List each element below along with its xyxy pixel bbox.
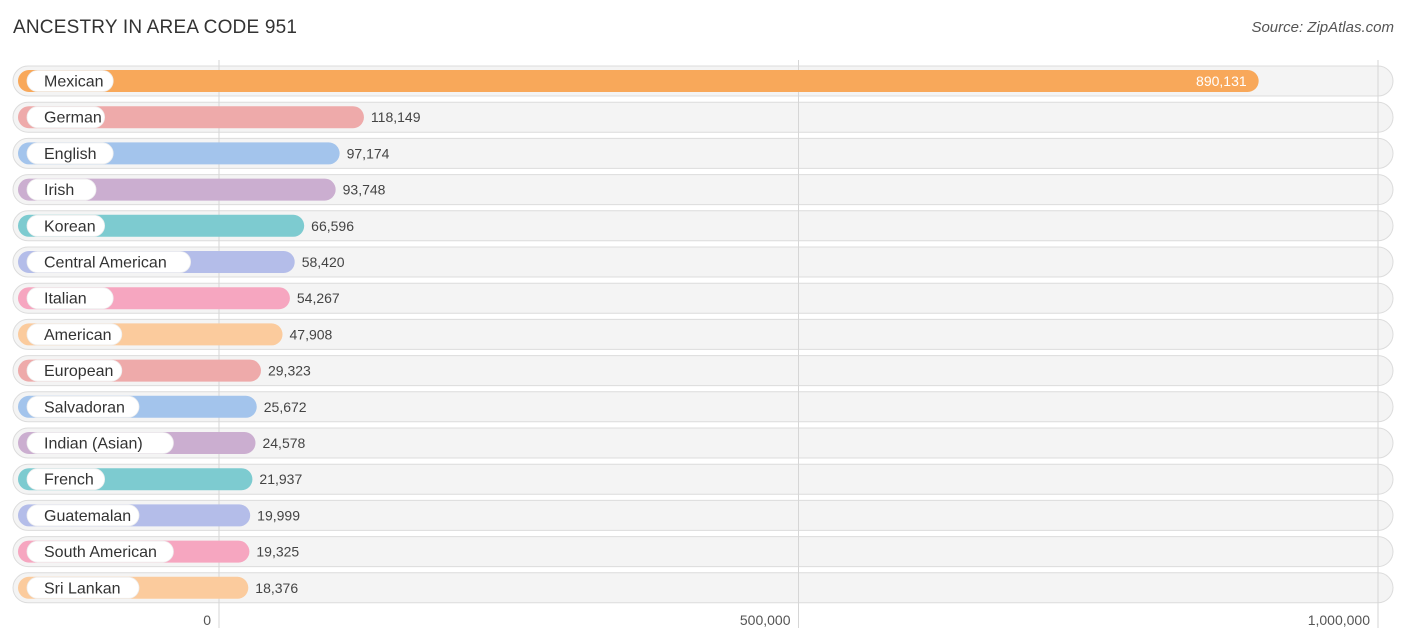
value-label: 29,323 bbox=[268, 363, 311, 379]
value-label: 24,578 bbox=[262, 435, 305, 451]
category-label: European bbox=[44, 363, 113, 380]
value-label: 890,131 bbox=[1196, 73, 1247, 89]
category-label: German bbox=[44, 110, 102, 127]
category-label: Korean bbox=[44, 218, 96, 235]
value-label: 97,174 bbox=[347, 145, 390, 161]
category-label: American bbox=[44, 327, 112, 344]
category-label: Salvadoran bbox=[44, 399, 125, 416]
category-label: English bbox=[44, 146, 96, 163]
category-label: Mexican bbox=[44, 74, 104, 91]
value-label: 66,596 bbox=[311, 218, 354, 234]
x-tick-label: 1,000,000 bbox=[1308, 612, 1370, 628]
category-label: Central American bbox=[44, 255, 167, 272]
category-label: Italian bbox=[44, 291, 87, 308]
bar bbox=[18, 70, 1259, 92]
value-label: 118,149 bbox=[371, 109, 421, 125]
value-label: 19,999 bbox=[257, 507, 300, 523]
value-label: 18,376 bbox=[255, 580, 298, 596]
x-tick-label: 500,000 bbox=[740, 612, 791, 628]
value-label: 93,748 bbox=[343, 182, 386, 198]
value-label: 47,908 bbox=[290, 326, 333, 342]
bar-chart: 0 500,000 1,000,000 Mexican 890,131 German 118… bbox=[12, 60, 1394, 628]
category-label: Irish bbox=[44, 182, 74, 199]
category-label: Indian (Asian) bbox=[44, 436, 143, 453]
category-label: South American bbox=[44, 544, 157, 561]
value-label: 58,420 bbox=[302, 254, 345, 270]
category-label: Guatemalan bbox=[44, 508, 131, 525]
category-label: French bbox=[44, 472, 94, 489]
category-label: Sri Lankan bbox=[44, 580, 121, 597]
value-label: 25,672 bbox=[264, 399, 307, 415]
x-tick-label: 0 bbox=[203, 612, 211, 628]
value-label: 54,267 bbox=[297, 290, 340, 306]
value-label: 19,325 bbox=[256, 544, 299, 560]
value-label: 21,937 bbox=[259, 471, 302, 487]
